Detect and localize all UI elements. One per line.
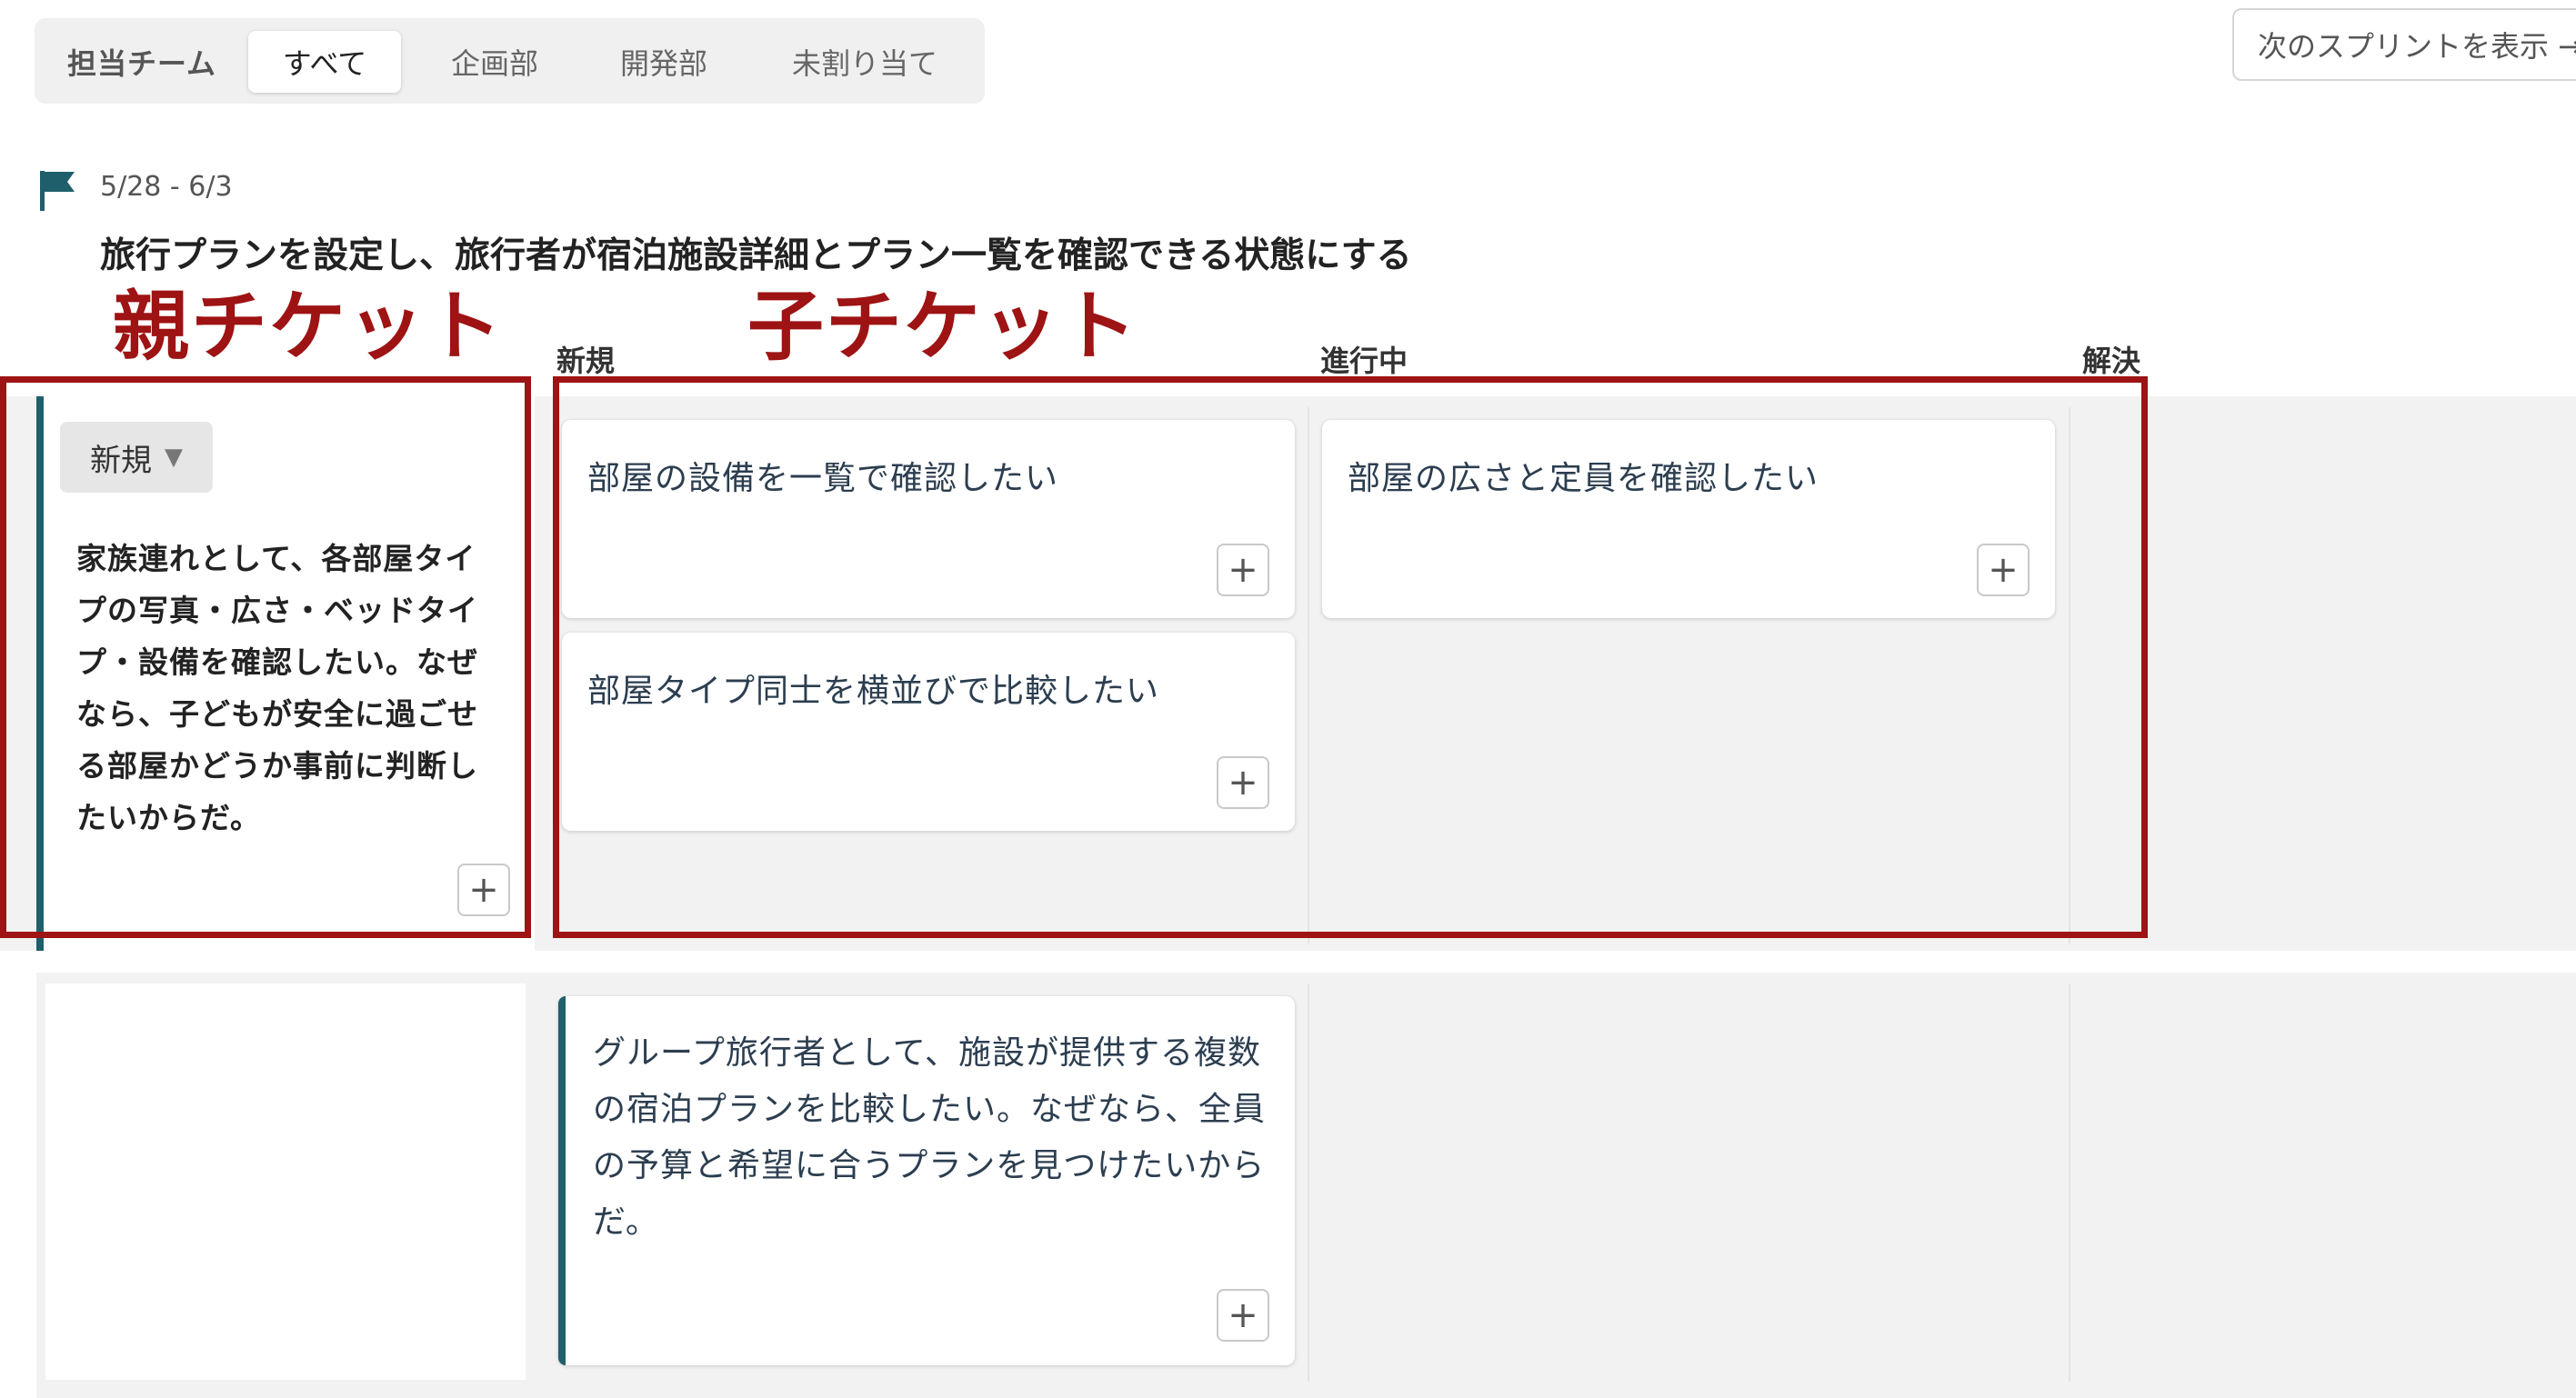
flag-icon [40, 171, 75, 211]
next-sprint-button[interactable]: 次のスプリントを表示 → [2232, 8, 2576, 81]
tab-unassigned[interactable]: 未割り当て [762, 31, 967, 93]
tab-development[interactable]: 開発部 [589, 31, 738, 93]
story-accent-bar [558, 996, 566, 1365]
tab-planning[interactable]: 企画部 [420, 31, 569, 93]
story-text: グループ旅行者として、施設が提供する複数の宿泊プランを比較したい。なぜなら、全員… [593, 1034, 1267, 1241]
annotation-child-ticket: 子チケット [747, 282, 1139, 371]
column-divider [1308, 984, 1309, 1382]
story-card[interactable]: グループ旅行者として、施設が提供する複数の宿泊プランを比較したい。なぜなら、全員… [558, 996, 1295, 1365]
plus-icon[interactable]: + [1217, 1289, 1269, 1342]
column-divider [2069, 984, 2070, 1382]
column-header-new: 新規 [556, 344, 616, 378]
parent-ticket-highlight-box [0, 376, 531, 938]
column-header-in-progress: 進行中 [1320, 344, 1408, 378]
annotation-parent-ticket: 親チケット [113, 282, 505, 371]
column-header-resolved: 解決 [2082, 344, 2141, 378]
child-ticket-highlight-box [553, 376, 2148, 938]
empty-parent-cell [45, 984, 526, 1380]
team-filter-label: 担当チーム [67, 46, 217, 81]
sprint-dates: 5/28 - 6/3 [100, 171, 233, 203]
tab-all[interactable]: すべて [248, 31, 401, 93]
